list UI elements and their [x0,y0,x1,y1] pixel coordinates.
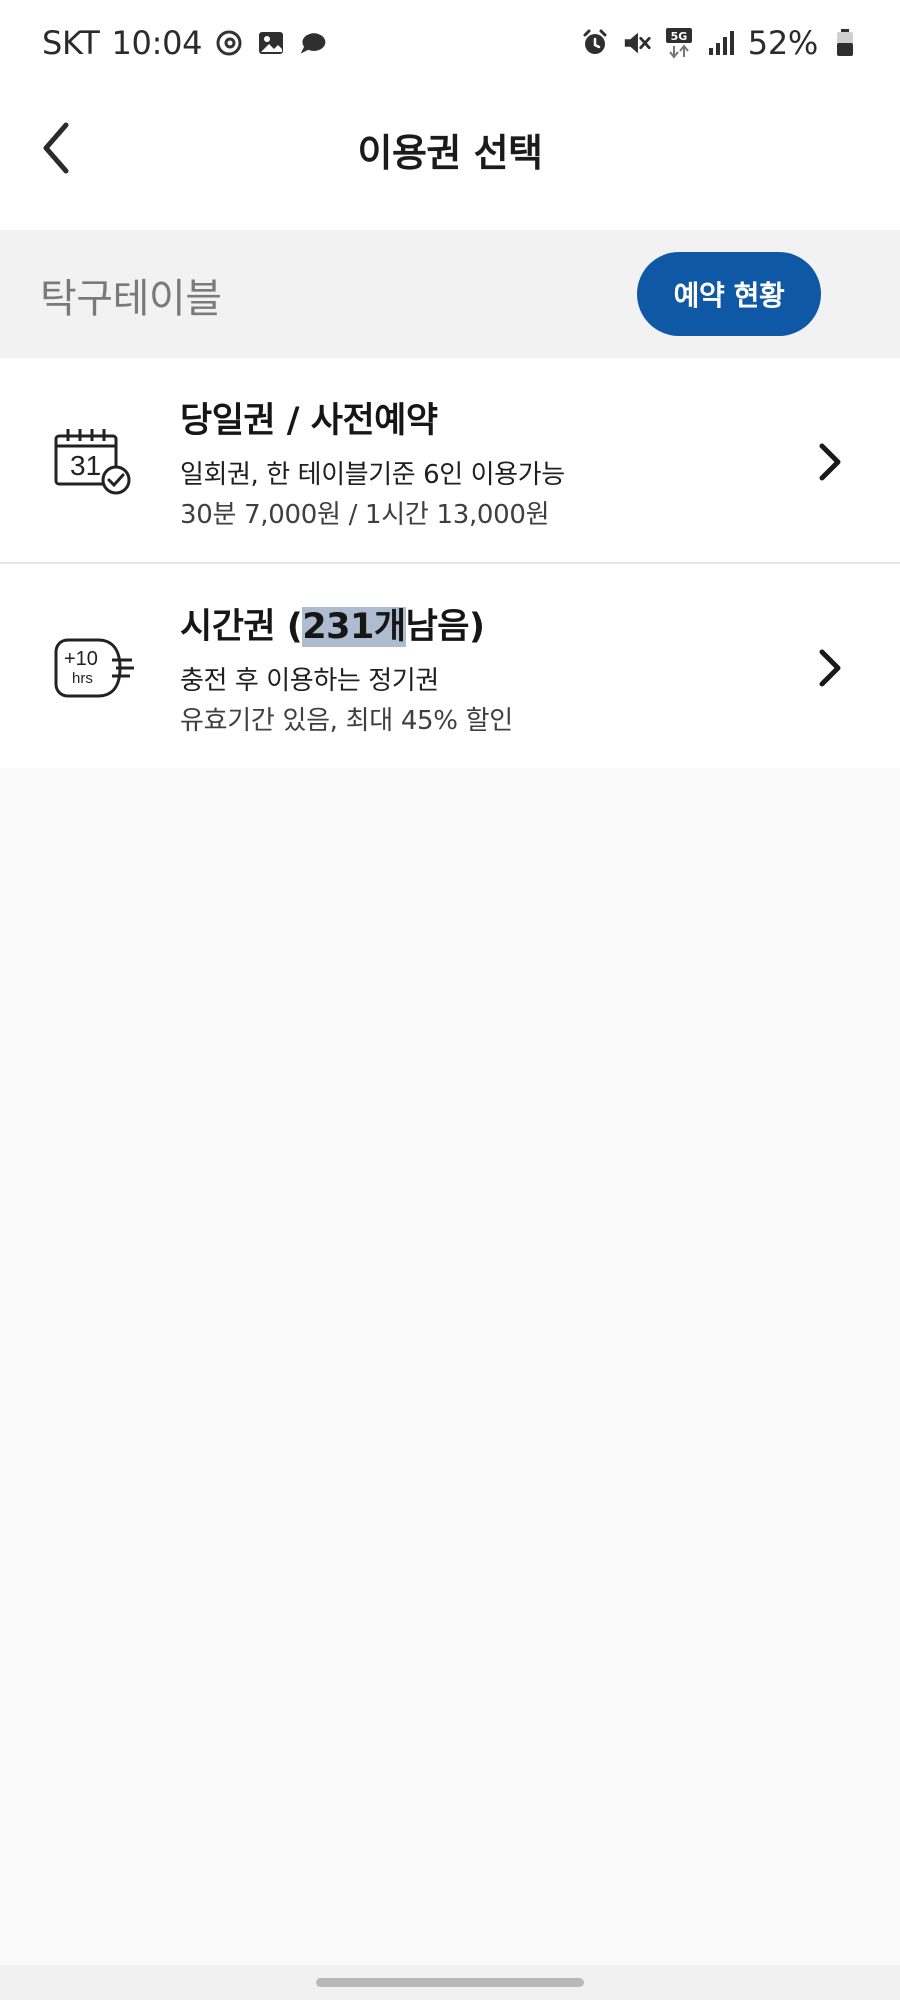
alarm-icon [580,28,610,58]
ticket-item-time-pass[interactable]: +10 hrs 시간권 (231개남음) 충전 후 이용하는 정기권 유효기간 … [0,564,900,768]
clock-label: 10:04 [111,24,203,62]
section-header: 탁구테이블 예약 현황 [0,230,900,358]
svg-text:5G: 5G [670,30,687,43]
svg-text:+10: +10 [64,648,98,670]
ticket-item-daily[interactable]: 31 당일권 / 사전예약 일회권, 한 테이블기준 6인 이용가능 30분 7… [0,358,900,564]
status-bar: SKT 10:04 5G 52% [0,0,900,86]
chat-bubble-icon [298,28,328,58]
carrier-label: SKT [42,24,100,62]
battery-icon [830,28,860,58]
svg-text:hrs: hrs [72,670,93,687]
gallery-icon [256,28,286,58]
app-header: 이용권 선택 [0,86,900,230]
ticket-title-prefix: 시간권 ( [180,607,303,647]
status-right: 5G 52% [580,20,860,66]
remaining-count: 231개 [302,607,406,647]
chevron-right-icon [819,649,841,687]
calendar-check-icon: 31 [54,429,131,495]
ticket-title-suffix: 남음) [405,607,485,647]
page-title: 이용권 선택 [357,131,543,175]
status-left: SKT 10:04 [42,20,328,66]
battery-percentage: 52% [747,24,819,62]
ticket-list: 31 당일권 / 사전예약 일회권, 한 테이블기준 6인 이용가능 30분 7… [0,358,900,768]
time-pass-icon: +10 hrs [54,638,134,698]
ticket-description: 충전 후 이용하는 정기권 [180,666,439,696]
section-title: 탁구테이블 [40,276,222,322]
mute-icon [622,28,652,58]
svg-text:31: 31 [70,450,101,481]
ticket-title: 당일권 / 사전예약 [180,401,438,441]
network-5g-icon: 5G [664,28,694,59]
chevron-right-icon [819,443,841,481]
ticket-title: 시간권 (231개남음) [180,598,485,649]
home-indicator[interactable] [316,1978,584,1987]
ticket-discount-detail: 유효기간 있음, 최대 45% 할인 [180,706,513,736]
ticket-selection-screen: SKT 10:04 5G 52% 이용권 선택 탁구테이블 예약 현황 31 당… [0,0,900,2000]
ticket-price-detail: 30분 7,000원 / 1시간 13,000원 [180,500,550,530]
reservation-status-button[interactable]: 예약 현황 [637,252,821,336]
signal-icon [706,28,736,58]
threads-icon [214,28,244,58]
ticket-description: 일회권, 한 테이블기준 6인 이용가능 [180,460,565,490]
